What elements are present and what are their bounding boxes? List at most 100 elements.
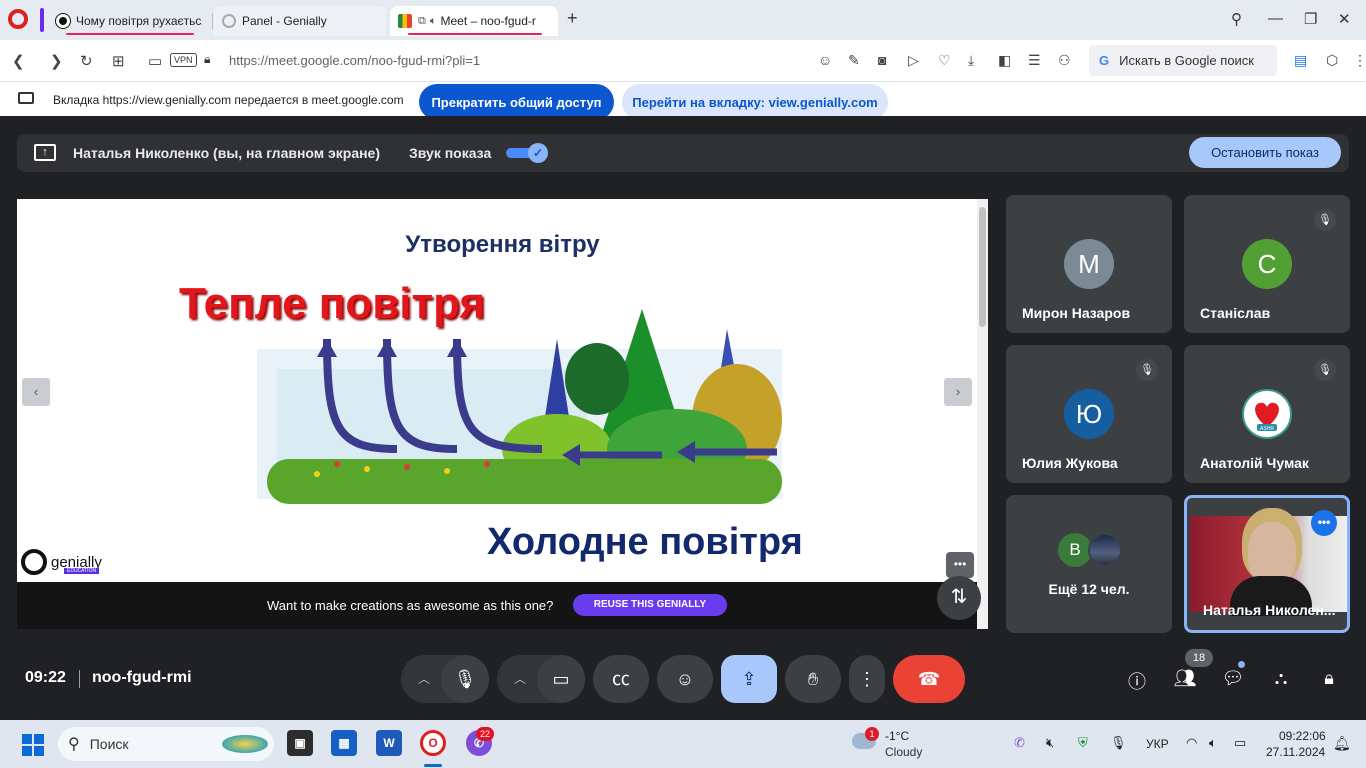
avatar: В bbox=[1058, 533, 1092, 567]
genially-logo-icon bbox=[21, 549, 47, 575]
raise-hand-button[interactable]: ✋︎ bbox=[785, 655, 841, 703]
heart-icon: ASHR bbox=[1255, 402, 1279, 432]
camera-button[interactable]: ▭ bbox=[537, 655, 585, 703]
chat-icon[interactable]: 💬︎ bbox=[1220, 668, 1246, 689]
swap-layout-button[interactable]: ⇅ bbox=[937, 576, 981, 620]
reload-icon[interactable]: ↻ bbox=[80, 52, 93, 70]
heart-logo-avatar: ASHR bbox=[1242, 389, 1292, 439]
easy-setup-icon[interactable]: ☰ bbox=[1028, 52, 1041, 69]
wifi-icon[interactable]: ◠ bbox=[1186, 735, 1197, 751]
forward-icon[interactable]: ❯ bbox=[50, 52, 63, 70]
speaker-icon[interactable]: 🔈︎ bbox=[430, 15, 437, 28]
previous-slide-button[interactable]: ‹ bbox=[22, 378, 50, 406]
active-app-indicator bbox=[424, 764, 442, 767]
weather-description[interactable]: Cloudy bbox=[885, 745, 922, 759]
presentation-sound-toggle[interactable]: ✓ bbox=[506, 143, 548, 163]
minimize-button[interactable]: — bbox=[1268, 10, 1283, 27]
close-window-button[interactable]: ✕ bbox=[1338, 10, 1351, 28]
restore-button[interactable]: ❐ bbox=[1304, 10, 1317, 28]
loading-icon bbox=[222, 14, 236, 28]
start-tile bbox=[34, 746, 44, 756]
sidebar-toggle-icon[interactable]: ◧ bbox=[998, 52, 1011, 69]
battery-icon[interactable]: ▭ bbox=[1234, 735, 1246, 751]
stop-presenting-button[interactable]: Остановить показ bbox=[1189, 137, 1341, 168]
cube-icon[interactable]: ⬡ bbox=[1326, 52, 1338, 69]
viber-tray-icon[interactable]: ✆ bbox=[1014, 735, 1025, 751]
opera-taskbar-icon[interactable]: O bbox=[420, 730, 446, 756]
speed-dial-icon[interactable]: ⊞ bbox=[112, 52, 125, 70]
tab-search-icon[interactable]: ⚲ bbox=[1231, 10, 1242, 28]
microphone-tray-icon[interactable]: 🎙︎ bbox=[1110, 735, 1127, 751]
search-icon: ⚲ bbox=[68, 736, 80, 753]
next-slide-button[interactable]: › bbox=[944, 378, 972, 406]
edit-icon[interactable]: ✎ bbox=[848, 52, 860, 69]
participant-tile[interactable]: 🎙︎ ASHR Анатолій Чумак bbox=[1184, 345, 1350, 483]
word-icon[interactable]: W bbox=[376, 730, 402, 756]
participant-tile[interactable]: 🎙︎ Ю Юлия Жукова bbox=[1006, 345, 1172, 483]
google-search-box[interactable]: G Искать в Google поиск bbox=[1089, 45, 1277, 76]
participant-tile[interactable]: 🎙︎ С Станіслав bbox=[1184, 195, 1350, 333]
people-icon[interactable]: 👥︎ bbox=[1172, 668, 1198, 689]
opera-logo-icon[interactable] bbox=[8, 9, 28, 29]
heart-icon[interactable]: ♡ bbox=[938, 52, 951, 69]
url-field[interactable]: https://meet.google.com/noo-fgud-rmi?pli… bbox=[229, 53, 480, 68]
security-tray-icon[interactable]: ⛨ bbox=[1078, 735, 1088, 751]
send-icon[interactable]: ▷ bbox=[908, 52, 919, 69]
shared-screen: Утворення вітру Тепле повітря Холодне по… bbox=[17, 199, 988, 629]
stop-sharing-button[interactable]: Прекратить общий доступ bbox=[419, 84, 614, 120]
taskbar-search-label: Поиск bbox=[89, 736, 129, 752]
notification-bell-icon[interactable]: 🔔︎ bbox=[1333, 735, 1351, 752]
emoji-icon[interactable]: ☺ bbox=[818, 52, 832, 68]
windows-start-icon[interactable] bbox=[22, 734, 44, 756]
microsoft-store-icon[interactable]: ▦ bbox=[331, 730, 357, 756]
viber-badge: 22 bbox=[476, 727, 494, 741]
tab-genially-panel[interactable]: Panel - Genially bbox=[214, 6, 386, 36]
speaker-tray-icon[interactable]: 🔈︎ bbox=[1209, 735, 1217, 751]
self-view-tile[interactable]: ••• Наталья Николен... bbox=[1184, 495, 1350, 633]
taskbar-search[interactable]: ⚲ Поиск bbox=[58, 727, 274, 761]
snapshot-icon[interactable]: ▭ bbox=[148, 52, 162, 70]
back-icon[interactable]: ❮ bbox=[12, 52, 25, 70]
activities-icon[interactable]: ⛬ bbox=[1268, 668, 1294, 689]
reuse-genially-button[interactable]: REUSE THIS GENIALLY bbox=[573, 594, 727, 616]
participant-tile[interactable]: М Мирон Назаров bbox=[1006, 195, 1172, 333]
mic-off-icon: 🎙︎ bbox=[1314, 359, 1336, 381]
volume-muted-tray-icon[interactable]: 🔇︎ bbox=[1046, 735, 1054, 751]
microphone-button[interactable]: 🎙︎ bbox=[441, 655, 489, 703]
download-icon[interactable]: ⤓ bbox=[968, 52, 974, 69]
video-options-caret[interactable]: ︿ bbox=[505, 655, 535, 703]
taskbar-time[interactable]: 09:22:06 bbox=[1279, 729, 1326, 743]
new-tab-button[interactable]: + bbox=[567, 8, 578, 29]
more-options-button[interactable]: ⋮ bbox=[849, 655, 885, 703]
more-participants-tile[interactable]: В Ещё 12 чел. bbox=[1006, 495, 1172, 633]
self-options-button[interactable]: ••• bbox=[1311, 510, 1337, 536]
captions-button[interactable]: ㏄ bbox=[593, 655, 649, 703]
reactions-button[interactable]: ☺ bbox=[657, 655, 713, 703]
camera-icon[interactable]: ◙ bbox=[878, 52, 886, 68]
shared-screen-scrollbar[interactable] bbox=[977, 199, 988, 629]
scrollbar-thumb[interactable] bbox=[979, 207, 986, 327]
weather-temperature[interactable]: -1°C bbox=[885, 729, 909, 743]
slide-options-button[interactable]: ••• bbox=[946, 552, 974, 578]
leave-call-button[interactable]: ☎︎ bbox=[893, 655, 965, 703]
presenter-label: Наталья Николенко (вы, на главном экране… bbox=[73, 145, 381, 161]
present-screen-button[interactable]: ⇪ bbox=[721, 655, 777, 703]
picture-in-picture-icon[interactable]: ⧉ bbox=[418, 15, 426, 28]
extension-icon[interactable]: ▤ bbox=[1294, 52, 1307, 69]
profile-icon[interactable]: ⚇ bbox=[1058, 52, 1071, 69]
address-bar: ❮ ❯ ↻ ⊞ ▭ VPN 🔒︎ https://meet.google.com… bbox=[0, 40, 1366, 82]
switch-to-tab-button[interactable]: Перейти на вкладку: view.genially.com bbox=[622, 84, 888, 120]
task-view-icon[interactable]: ▣ bbox=[287, 730, 313, 756]
meeting-info-icon[interactable]: ⓘ bbox=[1124, 668, 1150, 694]
keyboard-language[interactable]: УКР bbox=[1146, 737, 1169, 751]
lock-icon[interactable]: 🔒︎ bbox=[204, 52, 210, 67]
vpn-badge[interactable]: VPN bbox=[170, 53, 197, 67]
tab-meet[interactable]: ⧉ 🔈︎ Meet – noo-fgud-r bbox=[390, 6, 558, 36]
search-placeholder: Искать в Google поиск bbox=[1119, 53, 1254, 68]
taskbar-date[interactable]: 27.11.2024 bbox=[1266, 745, 1325, 759]
host-controls-icon[interactable]: 🔒︎ bbox=[1316, 668, 1342, 689]
menu-icon[interactable]: ⋮ bbox=[1353, 52, 1366, 69]
audio-options-caret[interactable]: ︿ bbox=[409, 655, 439, 703]
avatar: М bbox=[1064, 239, 1114, 289]
tab-genially-lesson[interactable]: Чому повітря рухається? bbox=[48, 6, 210, 36]
